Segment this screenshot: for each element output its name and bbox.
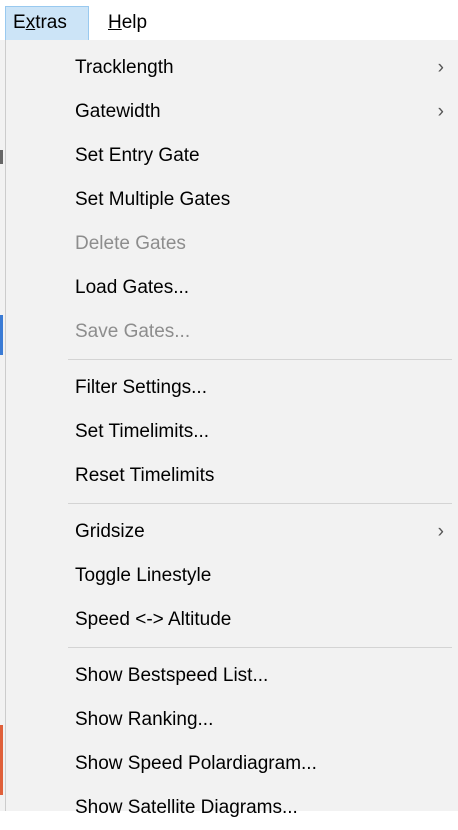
extras-dropdown-menu: Tracklength › Gatewidth › Set Entry Gate Set … bbox=[5, 40, 458, 818]
menu-item-gatewidth[interactable]: Gatewidth › bbox=[6, 90, 458, 134]
menu-item-label: Load Gates... bbox=[75, 277, 190, 298]
menu-item-label: Gatewidth bbox=[75, 101, 161, 122]
menu-item-gridsize[interactable]: Gridsize › bbox=[6, 510, 458, 554]
menu-item-show-satellite-diagrams[interactable]: Show Satellite Diagrams... bbox=[6, 786, 458, 830]
menu-item-load-gates[interactable]: Load Gates... bbox=[6, 266, 458, 310]
menu-item-speed-altitude[interactable]: Speed <-> Altitude bbox=[6, 598, 458, 642]
menu-item-show-ranking[interactable]: Show Ranking... bbox=[6, 698, 458, 742]
menu-item-label: Filter Settings... bbox=[75, 377, 207, 398]
menu-bar: Extras Help bbox=[0, 0, 458, 40]
menu-item-save-gates: Save Gates... bbox=[6, 310, 458, 354]
menu-separator bbox=[68, 359, 452, 360]
menu-separator bbox=[68, 647, 452, 648]
menu-item-tracklength[interactable]: Tracklength › bbox=[6, 46, 458, 90]
edge-mark bbox=[0, 315, 3, 355]
menu-item-set-timelimits[interactable]: Set Timelimits... bbox=[6, 410, 458, 454]
menu-item-label: Speed <-> Altitude bbox=[75, 609, 232, 630]
menu-item-label: Show Bestspeed List... bbox=[75, 665, 269, 686]
menu-item-label: Tracklength bbox=[75, 57, 174, 78]
menu-item-filter-settings[interactable]: Filter Settings... bbox=[6, 366, 458, 410]
menu-item-label: Gridsize bbox=[75, 521, 145, 542]
menu-item-label: Set Multiple Gates bbox=[75, 189, 231, 210]
edge-mark bbox=[0, 150, 3, 164]
menu-separator bbox=[68, 503, 452, 504]
menu-item-toggle-linestyle[interactable]: Toggle Linestyle bbox=[6, 554, 458, 598]
menu-item-label: Delete Gates bbox=[75, 233, 186, 254]
menu-item-show-bestspeed-list[interactable]: Show Bestspeed List... bbox=[6, 654, 458, 698]
menu-item-label: Toggle Linestyle bbox=[75, 565, 212, 586]
menu-help[interactable]: Help bbox=[101, 6, 161, 40]
menu-item-label: Show Satellite Diagrams... bbox=[75, 797, 298, 818]
menu-item-set-entry-gate[interactable]: Set Entry Gate bbox=[6, 134, 458, 178]
menu-extras[interactable]: Extras bbox=[5, 6, 89, 40]
menu-item-label: Show Speed Polardiagram... bbox=[75, 753, 317, 774]
menu-item-show-speed-polardiagram[interactable]: Show Speed Polardiagram... bbox=[6, 742, 458, 786]
menu-item-label: Set Timelimits... bbox=[75, 421, 210, 442]
menu-item-label: Save Gates... bbox=[75, 321, 191, 342]
chevron-right-icon: › bbox=[437, 521, 444, 542]
menu-item-set-multiple-gates[interactable]: Set Multiple Gates bbox=[6, 178, 458, 222]
menu-item-label: Set Entry Gate bbox=[75, 145, 200, 166]
menu-item-label: Show Ranking... bbox=[75, 709, 214, 730]
chevron-right-icon: › bbox=[437, 101, 444, 122]
chevron-right-icon: › bbox=[437, 57, 444, 78]
edge-mark bbox=[0, 725, 3, 795]
menu-item-label: Reset Timelimits bbox=[75, 465, 215, 486]
menu-item-reset-timelimits[interactable]: Reset Timelimits bbox=[6, 454, 458, 498]
menu-item-delete-gates: Delete Gates bbox=[6, 222, 458, 266]
